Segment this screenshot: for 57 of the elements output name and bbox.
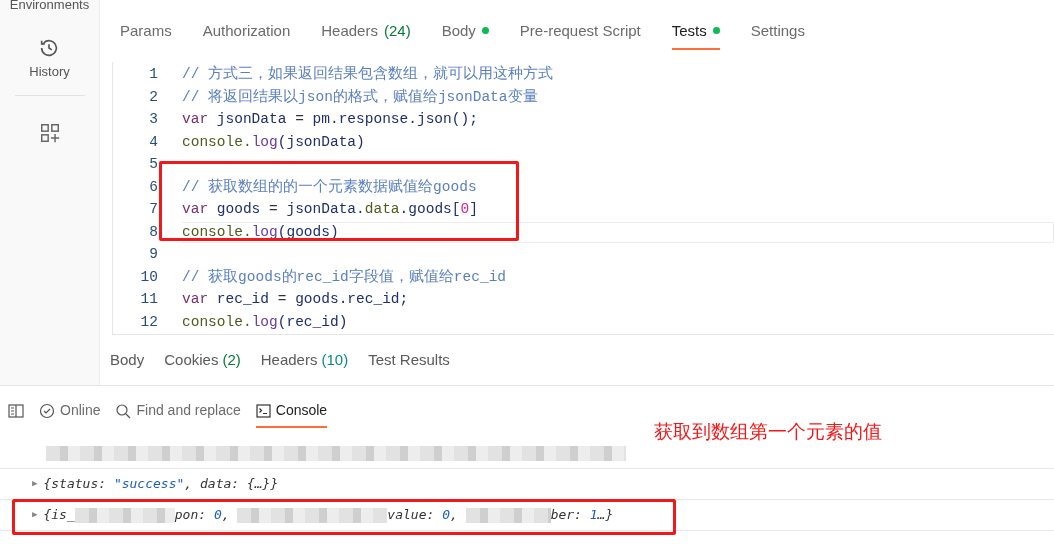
console-text: …} bbox=[597, 506, 614, 525]
terminal-icon bbox=[255, 403, 271, 418]
tab[interactable]: Params bbox=[120, 19, 172, 50]
code-line: var jsonData = pm.response.json(); bbox=[182, 110, 478, 130]
line-number: 10 bbox=[139, 267, 158, 287]
code-line: var rec_id = goods.rec_id; bbox=[182, 290, 409, 310]
tab[interactable]: Headers (10) bbox=[260, 348, 349, 372]
console-text: 1 bbox=[589, 506, 598, 525]
console-text: {is_ bbox=[43, 506, 75, 525]
console-text: 0 bbox=[213, 506, 222, 525]
footer-button[interactable]: Online bbox=[39, 400, 101, 428]
expand-arrow[interactable]: ▶ bbox=[32, 477, 38, 491]
console-text: "success" bbox=[113, 475, 185, 494]
add-grid-icon[interactable] bbox=[38, 122, 61, 144]
tab[interactable]: Pre-request Script bbox=[519, 19, 641, 50]
tab[interactable]: Settings bbox=[750, 19, 805, 50]
line-number: 4 bbox=[148, 132, 158, 152]
console-text: , bbox=[221, 506, 231, 525]
sidebar-item[interactable]: Environments bbox=[9, 0, 90, 15]
line-number: 9 bbox=[148, 245, 158, 265]
footer-button[interactable]: Find and replace bbox=[115, 400, 241, 428]
sidebar-item[interactable]: History bbox=[29, 61, 70, 81]
tab[interactable]: Headers (24) bbox=[321, 19, 411, 50]
tab[interactable]: Test Results bbox=[368, 348, 450, 372]
console-text: 0 bbox=[442, 506, 450, 525]
line-number: 6 bbox=[148, 177, 158, 197]
code-line: // 将返回结果以json的格式，赋值给jsonData变量 bbox=[182, 87, 538, 107]
line-number: 12 bbox=[139, 312, 158, 332]
expand-arrow[interactable]: ▶ bbox=[32, 508, 38, 522]
search-icon bbox=[115, 402, 132, 419]
line-number: 3 bbox=[148, 110, 158, 130]
console-text: {status: bbox=[43, 475, 108, 494]
line-number: 7 bbox=[148, 200, 158, 220]
line-number: 8 bbox=[148, 222, 158, 242]
footer-button[interactable]: Console bbox=[255, 400, 328, 428]
tab[interactable]: Body bbox=[110, 348, 145, 372]
console-text: ber: bbox=[550, 506, 583, 525]
line-number: 5 bbox=[148, 155, 158, 175]
code-line: console.log(goods) bbox=[182, 222, 1054, 244]
code-line: // 获取数组的的一个元素数据赋值给goods bbox=[182, 177, 477, 197]
line-number: 1 bbox=[148, 65, 158, 85]
console-text: value: bbox=[387, 506, 436, 525]
check-circle-icon bbox=[39, 402, 55, 419]
code-line: // 获取goods的rec_id字段值，赋值给rec_id bbox=[182, 267, 507, 287]
tab[interactable]: Tests bbox=[671, 19, 720, 50]
tab[interactable]: Body bbox=[441, 19, 489, 50]
code-line: console.log(jsonData) bbox=[182, 132, 365, 152]
line-number: 2 bbox=[148, 87, 158, 107]
tab[interactable]: Authorization bbox=[202, 19, 291, 50]
tab[interactable]: Cookies (2) bbox=[164, 348, 241, 372]
line-number: 11 bbox=[139, 290, 158, 310]
code-line: console.log(rec_id) bbox=[182, 312, 348, 332]
code-line: var goods = jsonData.data.goods[0] bbox=[182, 200, 478, 220]
console-text: , data: {…}} bbox=[184, 475, 279, 494]
console-text: , bbox=[450, 506, 459, 525]
code-line: // 方式三，如果返回结果包含数组，就可以用这种方式 bbox=[182, 64, 554, 85]
console-text: pon: bbox=[174, 506, 208, 525]
